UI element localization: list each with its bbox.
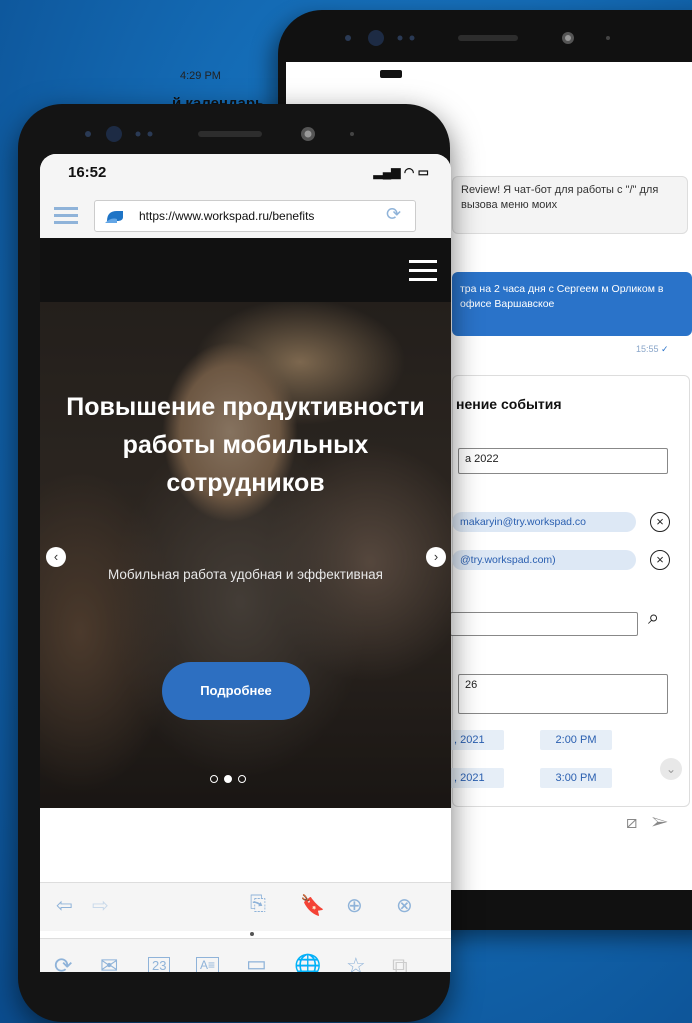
event-date-field[interactable]: а 2022 — [458, 448, 668, 474]
back-battery-icon — [380, 70, 402, 78]
front-phone-top-bezel — [18, 104, 450, 154]
next-slide-icon[interactable]: › — [426, 547, 446, 567]
status-bar: 16:52 ▂▄▆ ◠ ▭ — [40, 154, 451, 194]
workspad-logo-icon — [105, 211, 123, 223]
windows-icon[interactable]: ⧉ — [392, 953, 408, 972]
participant-1-email: makaryin@try.workspad.co — [460, 516, 586, 528]
slide-dot-1[interactable] — [210, 775, 218, 783]
url-text: https://www.workspad.ru/benefits — [139, 209, 315, 223]
app-dock: ⟳ ✉ 23 A≡ ▭ 🌐 ☆ ⧉ — [40, 938, 451, 972]
status-time: 16:52 — [68, 164, 107, 181]
slide-dot-2[interactable] — [224, 775, 232, 783]
participant-2-email: @try.workspad.com) — [460, 554, 556, 566]
back-arrow-icon[interactable]: ⇦ — [56, 893, 73, 918]
mail-icon[interactable]: ✉ — [100, 953, 118, 972]
share-icon[interactable]: ⎘ — [250, 893, 266, 916]
menu-icon[interactable] — [54, 207, 78, 225]
contacts-icon[interactable]: A≡ — [196, 957, 220, 972]
hero-overlay — [40, 302, 451, 808]
battery-icon: ▭ — [417, 165, 429, 179]
slide-indicator — [210, 770, 252, 788]
add-tab-icon[interactable]: ⊕ — [346, 893, 363, 918]
remove-participant-2-icon[interactable]: × — [650, 550, 670, 570]
bot-message: Review! Я чат-бот для работы с "/" для в… — [452, 176, 688, 234]
hero-subtitle: Мобильная работа удобная и эффективная — [108, 567, 383, 582]
search-icon[interactable]: ⌕ — [648, 607, 659, 630]
front-phone-sensors-icon — [85, 126, 354, 142]
status-icons: ▂▄▆ ◠ ▭ — [374, 165, 429, 179]
front-phone: 16:52 ▂▄▆ ◠ ▭ https://www.workspad.ru/be… — [18, 104, 451, 1022]
folder-icon[interactable]: ▭ — [246, 951, 267, 972]
event-form-title: нение события — [456, 396, 562, 412]
url-field[interactable]: https://www.workspad.ru/benefits — [94, 200, 416, 232]
back-bottom-actions: ⧄➢ — [626, 812, 682, 833]
back-status-time: 4:29 PM — [180, 70, 221, 82]
browser-icon[interactable]: 🌐 — [294, 953, 321, 972]
back-phone-sensors-icon — [345, 30, 610, 46]
send-icon[interactable]: ➢ — [651, 812, 682, 832]
favorites-icon[interactable]: ☆ — [346, 953, 366, 972]
site-header — [40, 238, 451, 302]
participant-search-field[interactable] — [450, 612, 638, 636]
more-button[interactable]: Подробнее — [162, 662, 310, 720]
reload-icon[interactable]: ⟳ — [386, 204, 401, 225]
signal-icon: ▂▄▆ — [373, 165, 401, 179]
browser-url-bar: https://www.workspad.ru/benefits ⟳ — [40, 194, 451, 239]
room-field[interactable]: 26 — [458, 674, 668, 714]
user-message: тра на 2 часа дня с Сергеем м Орликом в … — [452, 272, 692, 336]
message-time: 15:55 ✓ — [636, 344, 669, 355]
page-indicator-dot — [250, 932, 254, 936]
wifi-icon: ◠ — [403, 165, 415, 179]
start-time[interactable]: 2:00 PM — [540, 730, 612, 750]
end-date[interactable]: , 2021 — [446, 768, 504, 788]
hero-banner: Повышение продуктивности работы мобильны… — [40, 238, 451, 808]
prev-slide-icon[interactable]: ‹ — [46, 547, 66, 567]
calendar-icon[interactable]: 23 — [148, 957, 171, 972]
refresh-icon[interactable]: ⟳ — [54, 953, 72, 972]
site-menu-icon[interactable] — [409, 260, 437, 287]
command-icon[interactable]: ⧄ — [626, 812, 651, 832]
bookmark-icon[interactable]: 🔖 — [300, 893, 325, 918]
forward-arrow-icon[interactable]: ⇨ — [92, 893, 109, 918]
browser-toolbar: ⇦ ⇨ ⎘ 🔖 ⊕ ⊗ — [40, 882, 451, 931]
remove-participant-1-icon[interactable]: × — [650, 512, 670, 532]
start-date[interactable]: , 2021 — [446, 730, 504, 750]
hero-title: Повышение продуктивности работы мобильны… — [66, 393, 425, 497]
message-time-text: 15:55 — [636, 344, 659, 354]
participant-chip-2[interactable]: @try.workspad.com) — [452, 550, 636, 570]
slide-dot-3[interactable] — [238, 775, 246, 783]
scroll-down-icon[interactable]: ⌄ — [660, 758, 682, 780]
end-time[interactable]: 3:00 PM — [540, 768, 612, 788]
front-phone-screen: 16:52 ▂▄▆ ◠ ▭ https://www.workspad.ru/be… — [40, 154, 451, 972]
participant-chip-1[interactable]: makaryin@try.workspad.co — [452, 512, 636, 532]
back-phone-top-bezel — [278, 10, 692, 60]
read-check-icon: ✓ — [661, 344, 669, 354]
close-tab-icon[interactable]: ⊗ — [396, 893, 413, 918]
